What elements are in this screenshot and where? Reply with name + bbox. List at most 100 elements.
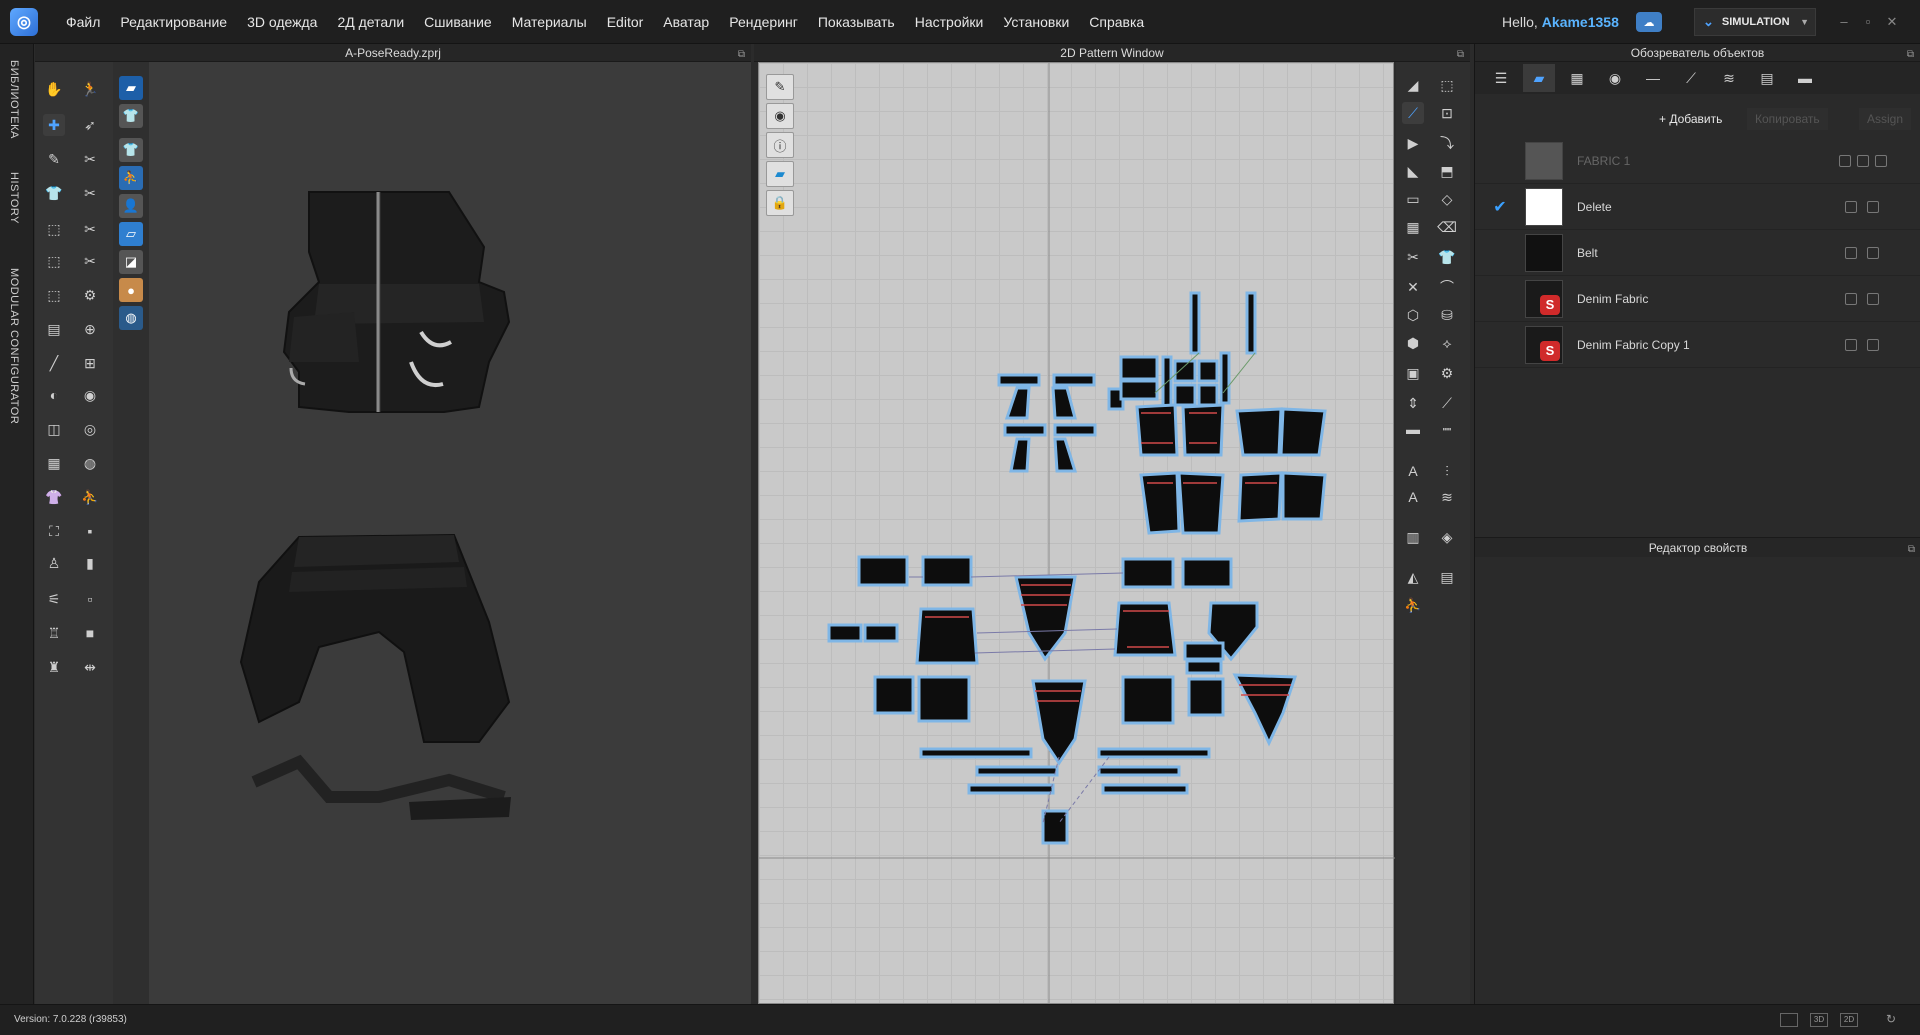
- buttonhole-tab-icon[interactable]: —: [1637, 64, 1669, 92]
- body-icon[interactable]: ♖: [43, 622, 65, 644]
- select-move-icon[interactable]: ✋: [43, 78, 65, 100]
- cut-icon[interactable]: ✂: [79, 182, 101, 204]
- menu-editor[interactable]: Editor: [597, 0, 654, 44]
- fabric-edit-icon[interactable]: [1839, 155, 1851, 167]
- garment-icon[interactable]: 👕: [43, 182, 65, 204]
- menu-materials[interactable]: Материалы: [502, 0, 597, 44]
- grading-icon[interactable]: ▥: [1402, 526, 1424, 548]
- button-2d-icon[interactable]: ◈: [1436, 526, 1458, 548]
- graphic-tab-icon[interactable]: ▦: [1561, 64, 1593, 92]
- add-fabric-button[interactable]: + Добавить: [1651, 108, 1730, 130]
- baseline-icon[interactable]: ┉: [1436, 418, 1458, 440]
- button-tab-icon[interactable]: ◉: [1599, 64, 1631, 92]
- fabric-edit-icon[interactable]: [1845, 293, 1857, 305]
- fabric-edit-icon[interactable]: [1845, 247, 1857, 259]
- tshirt-pattern-icon[interactable]: 👕: [1436, 246, 1458, 268]
- fabric-edit-icon[interactable]: [1845, 339, 1857, 351]
- pin-icon[interactable]: ✎: [43, 148, 65, 170]
- shirring-2d-icon[interactable]: ⚙: [1436, 362, 1458, 384]
- text-graphic-icon[interactable]: A: [1402, 486, 1424, 508]
- graphic-icon[interactable]: ◭: [1402, 566, 1424, 588]
- fabric-row[interactable]: FABRIC 1: [1475, 138, 1920, 184]
- menu-display[interactable]: Показывать: [808, 0, 905, 44]
- copy-fabric-button[interactable]: Копировать: [1747, 108, 1828, 130]
- free-sewing-icon[interactable]: ⛁: [1436, 304, 1458, 326]
- text-annotation-icon[interactable]: A: [1402, 460, 1424, 482]
- line-tool-icon[interactable]: ╱: [43, 352, 65, 374]
- trim-tab-icon[interactable]: ▬: [1789, 64, 1821, 92]
- tab-history[interactable]: HISTORY: [8, 172, 20, 224]
- menu-2d-pattern[interactable]: 2Д детали: [327, 0, 414, 44]
- arrange-icon[interactable]: ▪: [79, 520, 101, 542]
- display-environment-icon[interactable]: ◍: [119, 306, 143, 330]
- menu-3d-garment[interactable]: 3D одежда: [237, 0, 327, 44]
- shirt-fold-icon[interactable]: ♜: [43, 656, 65, 678]
- topstitch-icon[interactable]: ≋: [1436, 486, 1458, 508]
- transform-pattern-icon[interactable]: ◢: [1402, 74, 1424, 96]
- list-view-icon[interactable]: ☰: [1485, 64, 1517, 92]
- pattern-edit-icon[interactable]: ✎: [766, 74, 794, 100]
- trace-icon[interactable]: ⌫: [1436, 216, 1458, 238]
- display-avatar-icon[interactable]: ⛹: [119, 166, 143, 190]
- fabric-delete-icon[interactable]: [1867, 201, 1879, 213]
- rectangle-pattern-icon[interactable]: ◣: [1402, 160, 1424, 182]
- close-icon[interactable]: ✕: [1882, 12, 1902, 32]
- display-texture-icon[interactable]: ▱: [119, 222, 143, 246]
- display-person-icon[interactable]: 👤: [119, 194, 143, 218]
- fold-arrangement-icon[interactable]: ✚: [43, 114, 65, 136]
- topstitch-tab-icon[interactable]: ⟋: [1675, 64, 1707, 92]
- expand-icon[interactable]: ⇹: [79, 656, 101, 678]
- view-3d-icon[interactable]: 3D: [1810, 1013, 1828, 1027]
- curve-point-icon[interactable]: ⤵: [1436, 132, 1458, 154]
- puckering-tab-icon[interactable]: ≋: [1713, 64, 1745, 92]
- buttonhole-icon[interactable]: ◎: [79, 418, 101, 440]
- menu-avatar[interactable]: Аватар: [653, 0, 719, 44]
- pressure-icon[interactable]: ⚙: [79, 284, 101, 306]
- fabric-row[interactable]: S Denim Fabric Copy 1: [1475, 322, 1920, 368]
- check-sewing-icon[interactable]: ⟡: [1436, 332, 1458, 354]
- fabric-delete-icon[interactable]: [1867, 293, 1879, 305]
- display-fabric-icon[interactable]: ◪: [119, 250, 143, 274]
- tab-library[interactable]: БИБЛИОТЕКА: [8, 60, 20, 139]
- seam-icon[interactable]: ⌒: [1436, 276, 1458, 298]
- maximize-icon[interactable]: ▫: [1858, 12, 1878, 32]
- refresh-icon[interactable]: ↻: [1882, 1013, 1900, 1027]
- internal-shape-icon[interactable]: ▭: [1402, 188, 1424, 210]
- edit-pattern-icon[interactable]: ⬚: [1436, 74, 1458, 96]
- internal-rect-icon[interactable]: ▦: [1402, 216, 1424, 238]
- skirt-garment[interactable]: [239, 533, 511, 820]
- fabric-row[interactable]: ✔ Delete: [1475, 184, 1920, 230]
- view-2d-icon[interactable]: 2D: [1840, 1013, 1858, 1027]
- edit-curvature-icon[interactable]: ⟋: [1402, 102, 1424, 124]
- display-skin-icon[interactable]: ●: [119, 278, 143, 302]
- steam-icon[interactable]: ◐: [43, 384, 65, 406]
- fold-icon[interactable]: ⬒: [1436, 160, 1458, 182]
- grid-tool-icon[interactable]: ⊞: [79, 352, 101, 374]
- clo-logo-icon[interactable]: ◎: [10, 7, 38, 36]
- fabric-delete-icon[interactable]: [1867, 339, 1879, 351]
- polygon-icon[interactable]: ▶: [1402, 132, 1424, 154]
- add-point-icon[interactable]: ⊡: [1436, 102, 1458, 124]
- menu-preferences[interactable]: Установки: [993, 0, 1079, 44]
- menu-file[interactable]: Файл: [56, 0, 110, 44]
- zipper-icon[interactable]: ▤: [43, 318, 65, 340]
- pattern-canvas[interactable]: [758, 62, 1395, 1005]
- fabric-delete-icon[interactable]: [1857, 155, 1869, 167]
- single-view-icon[interactable]: [1780, 1013, 1798, 1027]
- fitting-icon[interactable]: ⬚: [43, 284, 65, 306]
- fabric-tab-icon[interactable]: ▰: [1523, 64, 1555, 92]
- menu-edit[interactable]: Редактирование: [110, 0, 237, 44]
- fabric-edit-icon[interactable]: [1845, 201, 1857, 213]
- zipper-tab-icon[interactable]: ▤: [1751, 64, 1783, 92]
- square-tool-icon[interactable]: ▫: [79, 588, 101, 610]
- ruler-2d-icon[interactable]: ⟋: [1436, 392, 1458, 414]
- popout-icon[interactable]: ⧉: [1908, 540, 1915, 560]
- viewport-3d[interactable]: [149, 62, 751, 1004]
- menu-render[interactable]: Рендеринг: [719, 0, 808, 44]
- lock-icon[interactable]: 🔒: [766, 190, 794, 216]
- visibility-icon[interactable]: ◉: [766, 103, 794, 129]
- sewing-line-icon[interactable]: ✕: [1402, 276, 1424, 298]
- ruler-icon[interactable]: ⚟: [43, 588, 65, 610]
- dress-icon[interactable]: ♙: [43, 552, 65, 574]
- sewing-3d-icon[interactable]: ⬚: [43, 218, 65, 240]
